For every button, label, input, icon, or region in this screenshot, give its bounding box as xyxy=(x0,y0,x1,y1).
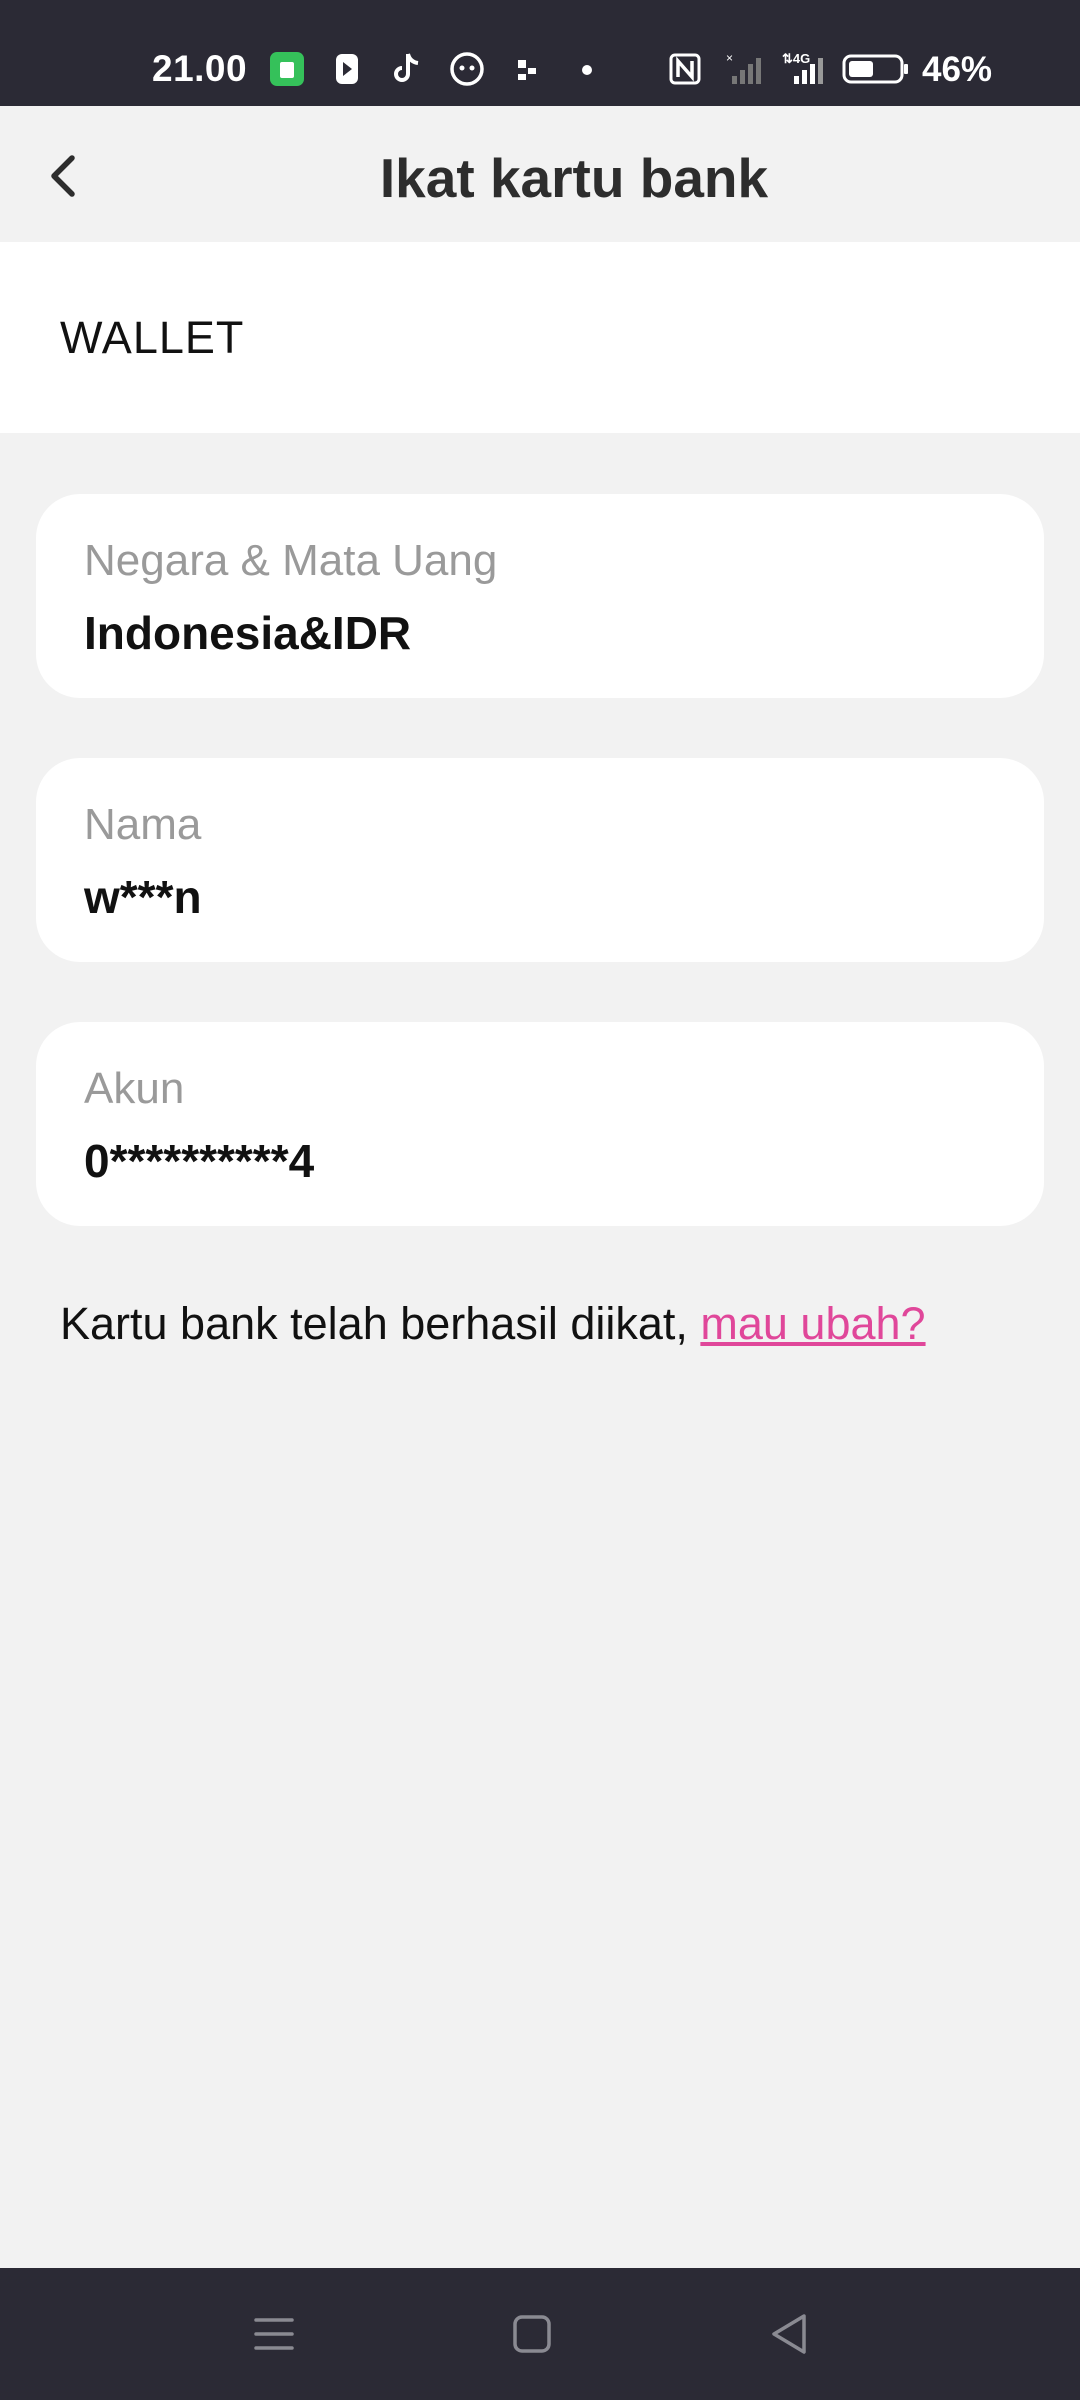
dot-icon xyxy=(568,50,606,88)
status-bar: 21.00 × ⇅4G 46% xyxy=(0,0,1080,106)
navigation-bar xyxy=(0,2268,1080,2400)
menu-icon xyxy=(254,2318,294,2350)
4g-signal-icon: ⇅4G xyxy=(782,50,823,88)
tiktok-icon xyxy=(388,50,426,88)
bound-note: Kartu bank telah berhasil diikat, mau ub… xyxy=(60,1298,926,1350)
qr-icon xyxy=(508,50,546,88)
recent-apps-button[interactable] xyxy=(246,2306,302,2362)
video-app-icon xyxy=(328,50,366,88)
battery-percent: 46% xyxy=(922,50,993,89)
svg-text:×: × xyxy=(726,51,733,65)
wallet-label: WALLET xyxy=(60,312,245,363)
header: Ikat kartu bank xyxy=(0,106,1080,242)
battery-icon xyxy=(840,50,910,88)
nfc-icon xyxy=(666,50,704,88)
wallet-section: WALLET xyxy=(0,242,1080,433)
back-icon xyxy=(772,2314,806,2354)
status-time: 21.00 xyxy=(152,48,248,89)
name-value: w***n xyxy=(84,871,202,923)
country-currency-label: Negara & Mata Uang xyxy=(84,536,498,585)
account-card: Akun 0**********4 xyxy=(36,1022,1044,1226)
page-title: Ikat kartu bank xyxy=(379,147,769,209)
home-button[interactable] xyxy=(504,2306,560,2362)
system-back-button[interactable] xyxy=(762,2306,818,2362)
account-value: 0**********4 xyxy=(84,1135,315,1187)
change-link[interactable]: mau ubah? xyxy=(700,1298,925,1349)
svg-text:⇅4G: ⇅4G xyxy=(782,51,810,66)
name-label: Nama xyxy=(84,800,202,849)
notification-icons xyxy=(268,50,606,88)
country-currency-card: Negara & Mata Uang Indonesia&IDR xyxy=(36,494,1044,698)
name-card: Nama w***n xyxy=(36,758,1044,962)
country-currency-value: Indonesia&IDR xyxy=(84,607,412,659)
bound-note-text: Kartu bank telah berhasil diikat, xyxy=(60,1298,701,1349)
no-signal-icon: × xyxy=(724,50,762,88)
chat-bot-icon xyxy=(448,50,486,88)
system-icons: × ⇅4G xyxy=(666,50,910,88)
account-label: Akun xyxy=(84,1064,185,1113)
shop-app-icon xyxy=(268,50,306,88)
home-icon xyxy=(513,2315,551,2353)
